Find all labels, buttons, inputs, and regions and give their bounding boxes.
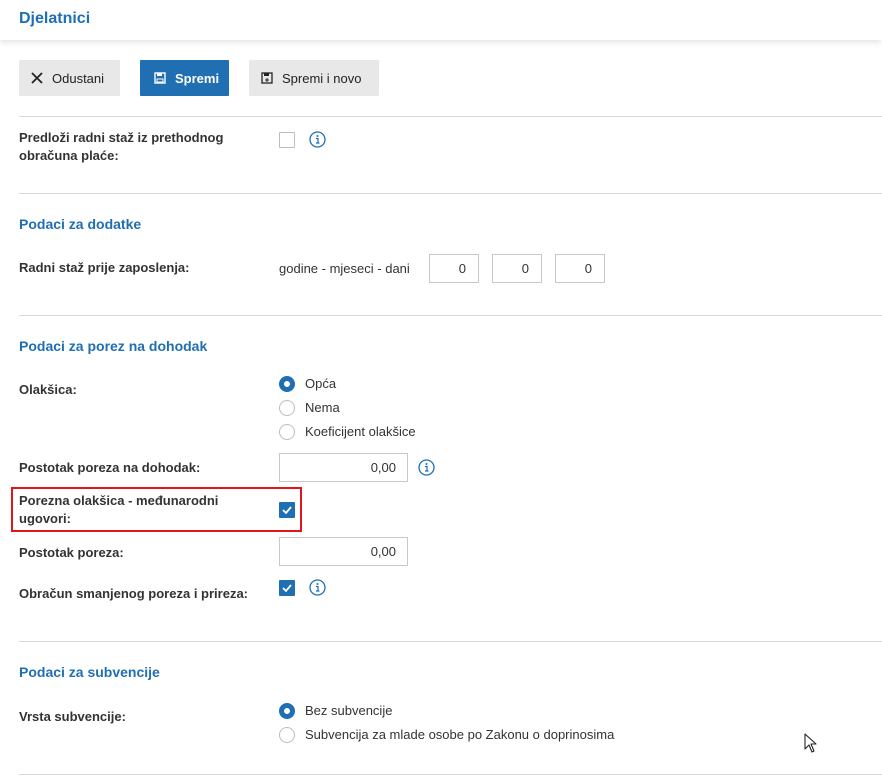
label-line: ugovori: xyxy=(19,511,71,526)
subsidy-option-label: Bez subvencije xyxy=(305,703,393,718)
info-icon[interactable] xyxy=(309,579,326,596)
section-title-allowances: Podaci za dodatke xyxy=(19,216,142,232)
subsidy-label: Vrsta subvencije: xyxy=(19,709,126,724)
cancel-label: Odustani xyxy=(52,70,105,86)
divider xyxy=(19,641,882,642)
divider xyxy=(19,116,882,117)
previous-service-checkbox[interactable] xyxy=(279,132,295,148)
close-icon xyxy=(29,70,45,86)
income-tax-pct-input[interactable]: 0,00 xyxy=(279,453,408,482)
subsidy-option-label: Subvencija za mlade osobe po Zakonu o do… xyxy=(305,727,615,742)
page-title: Djelatnici xyxy=(19,10,91,27)
info-icon[interactable] xyxy=(309,131,326,148)
floppy-disk-icon xyxy=(152,70,168,86)
tax-pct-input[interactable]: 0,00 xyxy=(279,537,408,566)
divider xyxy=(19,774,882,775)
check-icon xyxy=(282,584,292,592)
relief-label: Olakšica: xyxy=(19,382,77,397)
relief-option-general-radio[interactable] xyxy=(279,376,295,392)
tax-pct-label: Postotak poreza: xyxy=(19,545,124,560)
save-and-new-button[interactable]: Spremi i novo xyxy=(249,60,379,96)
save-button[interactable]: Spremi xyxy=(140,60,229,96)
section-title-income-tax: Podaci za porez na dohodak xyxy=(19,338,208,354)
relief-option-none-radio[interactable] xyxy=(279,400,295,416)
relief-option-coefficient-radio[interactable] xyxy=(279,424,295,440)
floppy-disk-plus-icon xyxy=(259,70,275,86)
label-line: Porezna olakšica - međunarodni xyxy=(19,493,219,508)
cancel-button[interactable]: Odustani xyxy=(19,60,120,96)
reduced-tax-label: Obračun smanjenog poreza i prireza: xyxy=(19,586,248,601)
section-title-subsidies: Podaci za subvencije xyxy=(19,664,160,680)
divider xyxy=(19,315,882,316)
save-and-new-label: Spremi i novo xyxy=(282,70,362,86)
mouse-cursor-icon xyxy=(804,733,818,756)
subsidy-option-none-radio[interactable] xyxy=(279,703,295,719)
intl-relief-checkbox[interactable] xyxy=(279,502,295,518)
previous-service-label: Predloži radni staž iz prethodnog obraču… xyxy=(19,129,223,165)
months-input[interactable]: 0 xyxy=(492,254,542,283)
info-icon[interactable] xyxy=(418,459,435,476)
years-input[interactable]: 0 xyxy=(429,254,479,283)
intl-relief-label: Porezna olakšica - međunarodni ugovori: xyxy=(19,492,218,528)
page-header: Djelatnici xyxy=(0,0,882,40)
relief-option-label: Opća xyxy=(305,376,337,391)
label-line: Predloži radni staž iz prethodnog xyxy=(19,130,224,145)
subsidy-option-youth-radio[interactable] xyxy=(279,727,295,743)
label-line: obračuna plaće: xyxy=(19,148,119,163)
service-before-label: Radni staž prije zaposlenja: xyxy=(19,260,190,275)
reduced-tax-checkbox[interactable] xyxy=(279,580,295,596)
check-icon xyxy=(282,506,292,514)
relief-option-label: Koeficijent olakšice xyxy=(305,424,416,439)
divider xyxy=(19,193,882,194)
income-tax-pct-label: Postotak poreza na dohodak: xyxy=(19,460,201,475)
days-input[interactable]: 0 xyxy=(555,254,605,283)
relief-option-label: Nema xyxy=(305,400,340,415)
service-format-hint: godine - mjeseci - dani xyxy=(279,261,410,276)
save-label: Spremi xyxy=(175,70,220,86)
